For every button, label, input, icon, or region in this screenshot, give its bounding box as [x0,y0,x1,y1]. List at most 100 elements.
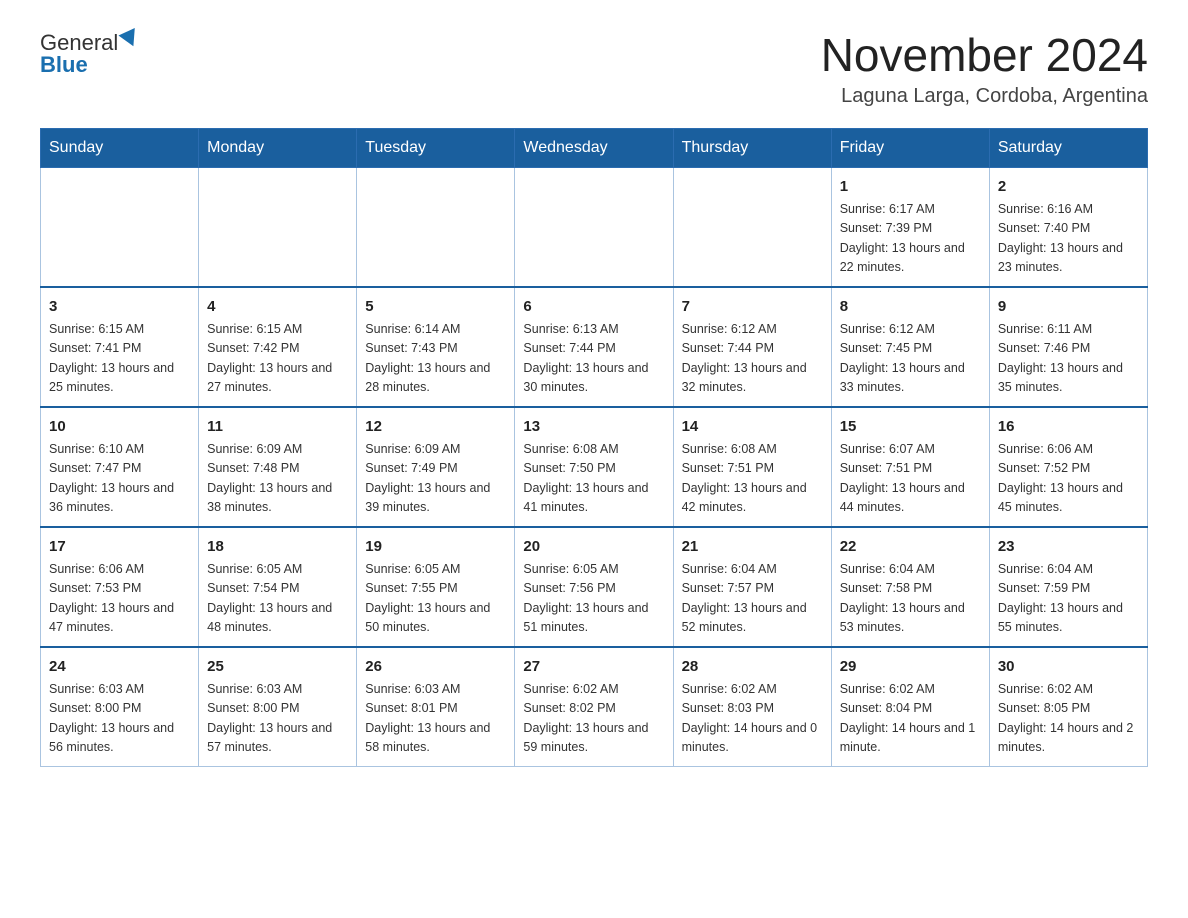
day-info: Sunrise: 6:08 AMSunset: 7:51 PMDaylight:… [682,440,823,518]
calendar-cell: 15Sunrise: 6:07 AMSunset: 7:51 PMDayligh… [831,407,989,527]
calendar-cell [41,167,199,287]
day-number: 5 [365,296,506,319]
day-info: Sunrise: 6:03 AMSunset: 8:00 PMDaylight:… [207,680,348,758]
day-info: Sunrise: 6:02 AMSunset: 8:05 PMDaylight:… [998,680,1139,758]
calendar-cell: 9Sunrise: 6:11 AMSunset: 7:46 PMDaylight… [989,287,1147,407]
day-info: Sunrise: 6:02 AMSunset: 8:04 PMDaylight:… [840,680,981,758]
day-info: Sunrise: 6:13 AMSunset: 7:44 PMDaylight:… [523,320,664,398]
calendar-cell: 24Sunrise: 6:03 AMSunset: 8:00 PMDayligh… [41,647,199,767]
day-info: Sunrise: 6:12 AMSunset: 7:45 PMDaylight:… [840,320,981,398]
day-info: Sunrise: 6:06 AMSunset: 7:53 PMDaylight:… [49,560,190,638]
day-number: 6 [523,296,664,319]
day-number: 8 [840,296,981,319]
day-number: 21 [682,536,823,559]
page-header: General Blue November 2024 Laguna Larga,… [40,30,1148,108]
day-info: Sunrise: 6:05 AMSunset: 7:54 PMDaylight:… [207,560,348,638]
day-number: 29 [840,656,981,679]
day-number: 3 [49,296,190,319]
day-number: 16 [998,416,1139,439]
logo: General Blue [40,30,139,78]
day-info: Sunrise: 6:05 AMSunset: 7:55 PMDaylight:… [365,560,506,638]
day-number: 10 [49,416,190,439]
calendar-cell [515,167,673,287]
day-info: Sunrise: 6:02 AMSunset: 8:03 PMDaylight:… [682,680,823,758]
calendar-cell: 25Sunrise: 6:03 AMSunset: 8:00 PMDayligh… [199,647,357,767]
day-number: 14 [682,416,823,439]
calendar-cell: 5Sunrise: 6:14 AMSunset: 7:43 PMDaylight… [357,287,515,407]
calendar-cell: 27Sunrise: 6:02 AMSunset: 8:02 PMDayligh… [515,647,673,767]
day-info: Sunrise: 6:04 AMSunset: 7:57 PMDaylight:… [682,560,823,638]
logo-arrow-icon [119,28,142,50]
day-info: Sunrise: 6:05 AMSunset: 7:56 PMDaylight:… [523,560,664,638]
day-number: 25 [207,656,348,679]
day-number: 13 [523,416,664,439]
day-number: 9 [998,296,1139,319]
calendar-cell: 4Sunrise: 6:15 AMSunset: 7:42 PMDaylight… [199,287,357,407]
calendar-week-row: 3Sunrise: 6:15 AMSunset: 7:41 PMDaylight… [41,287,1148,407]
title-block: November 2024 Laguna Larga, Cordoba, Arg… [821,30,1148,108]
day-number: 18 [207,536,348,559]
day-info: Sunrise: 6:12 AMSunset: 7:44 PMDaylight:… [682,320,823,398]
day-number: 22 [840,536,981,559]
day-info: Sunrise: 6:04 AMSunset: 7:58 PMDaylight:… [840,560,981,638]
calendar-cell: 29Sunrise: 6:02 AMSunset: 8:04 PMDayligh… [831,647,989,767]
day-number: 27 [523,656,664,679]
day-info: Sunrise: 6:07 AMSunset: 7:51 PMDaylight:… [840,440,981,518]
calendar-week-row: 24Sunrise: 6:03 AMSunset: 8:00 PMDayligh… [41,647,1148,767]
day-number: 4 [207,296,348,319]
day-info: Sunrise: 6:09 AMSunset: 7:49 PMDaylight:… [365,440,506,518]
day-number: 17 [49,536,190,559]
day-number: 26 [365,656,506,679]
day-info: Sunrise: 6:03 AMSunset: 8:01 PMDaylight:… [365,680,506,758]
day-info: Sunrise: 6:02 AMSunset: 8:02 PMDaylight:… [523,680,664,758]
day-number: 19 [365,536,506,559]
calendar-subtitle: Laguna Larga, Cordoba, Argentina [821,85,1148,108]
calendar-cell [357,167,515,287]
calendar-cell: 20Sunrise: 6:05 AMSunset: 7:56 PMDayligh… [515,527,673,647]
calendar-cell [673,167,831,287]
day-number: 1 [840,176,981,199]
day-info: Sunrise: 6:04 AMSunset: 7:59 PMDaylight:… [998,560,1139,638]
day-info: Sunrise: 6:03 AMSunset: 8:00 PMDaylight:… [49,680,190,758]
calendar-week-row: 10Sunrise: 6:10 AMSunset: 7:47 PMDayligh… [41,407,1148,527]
header-saturday: Saturday [989,128,1147,167]
day-info: Sunrise: 6:15 AMSunset: 7:42 PMDaylight:… [207,320,348,398]
header-tuesday: Tuesday [357,128,515,167]
day-number: 7 [682,296,823,319]
day-info: Sunrise: 6:16 AMSunset: 7:40 PMDaylight:… [998,200,1139,278]
calendar-week-row: 1Sunrise: 6:17 AMSunset: 7:39 PMDaylight… [41,167,1148,287]
day-info: Sunrise: 6:06 AMSunset: 7:52 PMDaylight:… [998,440,1139,518]
calendar-cell [199,167,357,287]
calendar-cell: 11Sunrise: 6:09 AMSunset: 7:48 PMDayligh… [199,407,357,527]
calendar-table: Sunday Monday Tuesday Wednesday Thursday… [40,128,1148,767]
calendar-cell: 6Sunrise: 6:13 AMSunset: 7:44 PMDaylight… [515,287,673,407]
day-info: Sunrise: 6:14 AMSunset: 7:43 PMDaylight:… [365,320,506,398]
day-number: 2 [998,176,1139,199]
day-number: 24 [49,656,190,679]
header-monday: Monday [199,128,357,167]
day-number: 30 [998,656,1139,679]
day-info: Sunrise: 6:17 AMSunset: 7:39 PMDaylight:… [840,200,981,278]
day-number: 23 [998,536,1139,559]
calendar-cell: 2Sunrise: 6:16 AMSunset: 7:40 PMDaylight… [989,167,1147,287]
header-wednesday: Wednesday [515,128,673,167]
calendar-cell: 12Sunrise: 6:09 AMSunset: 7:49 PMDayligh… [357,407,515,527]
calendar-week-row: 17Sunrise: 6:06 AMSunset: 7:53 PMDayligh… [41,527,1148,647]
header-sunday: Sunday [41,128,199,167]
day-info: Sunrise: 6:11 AMSunset: 7:46 PMDaylight:… [998,320,1139,398]
calendar-cell: 16Sunrise: 6:06 AMSunset: 7:52 PMDayligh… [989,407,1147,527]
calendar-cell: 14Sunrise: 6:08 AMSunset: 7:51 PMDayligh… [673,407,831,527]
calendar-cell: 26Sunrise: 6:03 AMSunset: 8:01 PMDayligh… [357,647,515,767]
day-info: Sunrise: 6:08 AMSunset: 7:50 PMDaylight:… [523,440,664,518]
calendar-cell: 19Sunrise: 6:05 AMSunset: 7:55 PMDayligh… [357,527,515,647]
header-friday: Friday [831,128,989,167]
header-thursday: Thursday [673,128,831,167]
calendar-cell: 17Sunrise: 6:06 AMSunset: 7:53 PMDayligh… [41,527,199,647]
day-info: Sunrise: 6:15 AMSunset: 7:41 PMDaylight:… [49,320,190,398]
day-info: Sunrise: 6:09 AMSunset: 7:48 PMDaylight:… [207,440,348,518]
logo-blue: Blue [40,52,88,78]
day-number: 12 [365,416,506,439]
calendar-cell: 7Sunrise: 6:12 AMSunset: 7:44 PMDaylight… [673,287,831,407]
calendar-cell: 23Sunrise: 6:04 AMSunset: 7:59 PMDayligh… [989,527,1147,647]
calendar-cell: 13Sunrise: 6:08 AMSunset: 7:50 PMDayligh… [515,407,673,527]
